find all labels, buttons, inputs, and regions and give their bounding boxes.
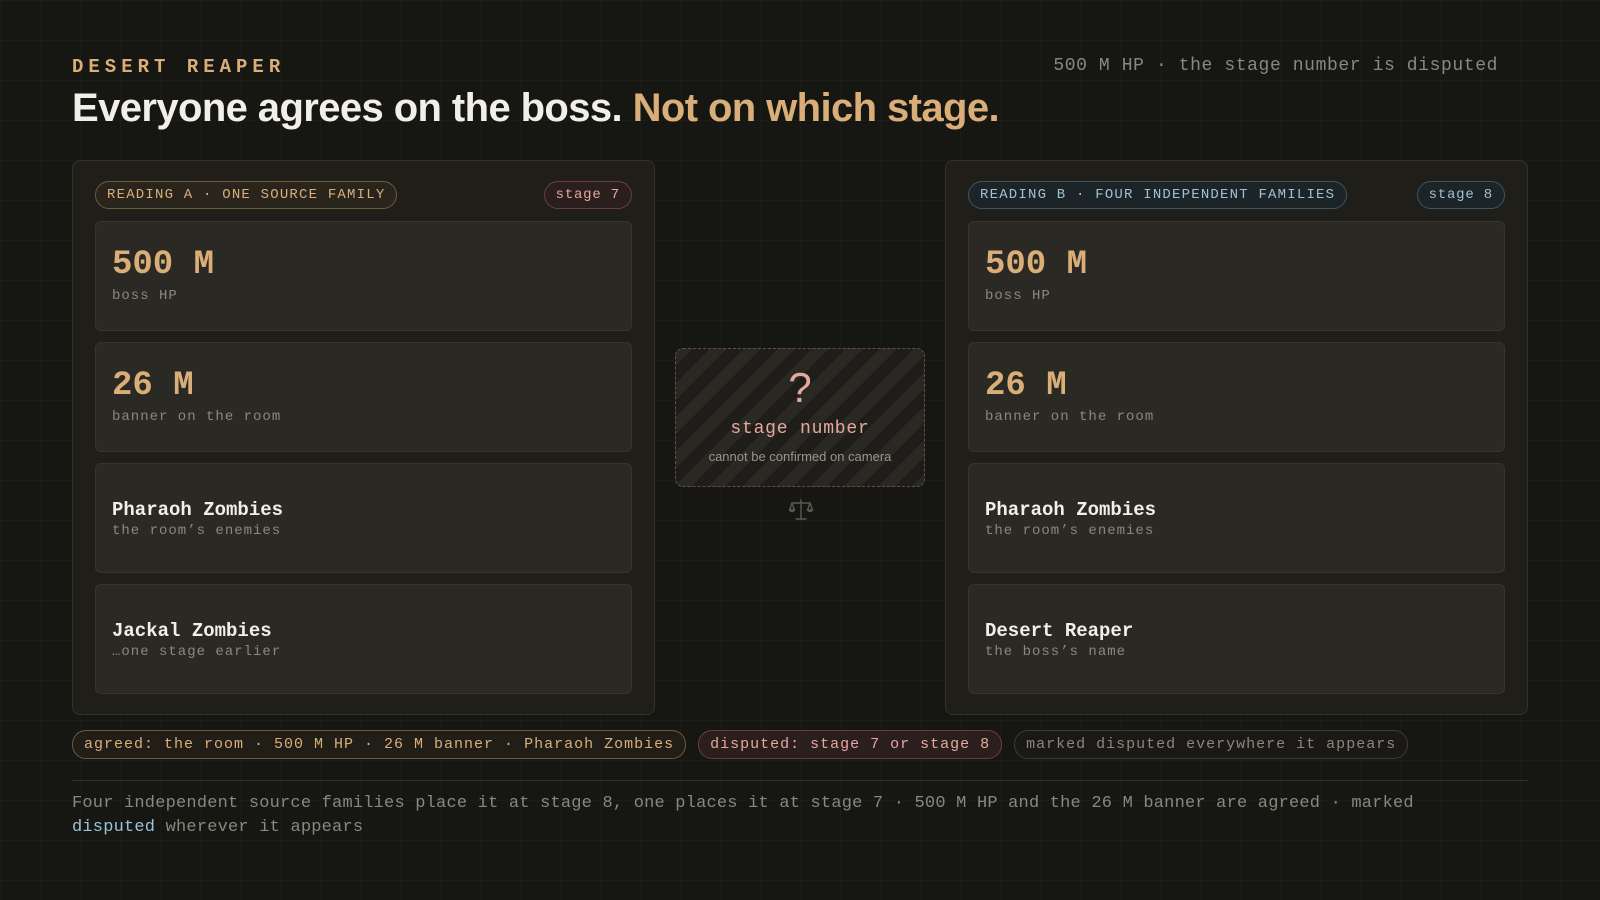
enemies-value: Pharaoh Zombies (985, 499, 1157, 521)
reading-a-stage-badge: stage 7 (543, 181, 632, 209)
reading-a-panel: READING A · ONE SOURCE FAMILY stage 7 50… (72, 160, 655, 715)
headline-main: Everyone agrees on the boss. (72, 86, 623, 130)
reading-b-banner-card: 26 M banner on the room (968, 342, 1505, 452)
summary-after: wherever it appears (155, 818, 364, 837)
disputed-pill: disputed: stage 7 or stage 8 (698, 730, 1003, 759)
earlier-enemies-caption: …one stage earlier (112, 644, 282, 660)
banner-value: 26 M (112, 367, 194, 405)
marked-pill: marked disputed everywhere it appears (1014, 730, 1409, 759)
boss-hp-caption: boss HP (112, 288, 178, 304)
page-title: Everyone agrees on the boss. Not on whic… (72, 86, 1000, 131)
banner-caption: banner on the room (985, 409, 1155, 425)
page-eyebrow: DESERT REAPER (72, 56, 286, 78)
reading-a-source-badge: READING A · ONE SOURCE FAMILY (95, 181, 398, 209)
reading-b-panel: READING B · FOUR INDEPENDENT FAMILIES st… (945, 160, 1528, 715)
enemies-caption: the room’s enemies (112, 523, 282, 539)
boss-hp-caption: boss HP (985, 288, 1051, 304)
reading-a-banner-card: 26 M banner on the room (95, 342, 632, 452)
reading-b-header: READING B · FOUR INDEPENDENT FAMILIES st… (968, 181, 1505, 209)
reading-a-earlier-card: Jackal Zombies …one stage earlier (95, 584, 632, 694)
enemies-caption: the room’s enemies (985, 523, 1155, 539)
page-meta: 500 M HP · the stage number is disputed (1053, 56, 1498, 76)
summary-highlight: disputed (72, 818, 156, 837)
boss-name-value: Desert Reaper (985, 620, 1134, 642)
reading-b-stage-badge: stage 8 (1416, 181, 1505, 209)
status-pills: agreed: the room · 500 M HP · 26 M banne… (72, 730, 1409, 759)
question-mark-icon: ? (788, 364, 812, 411)
stage-number-dispute-box: ? stage number cannot be confirmed on ca… (675, 348, 925, 487)
banner-value: 26 M (985, 367, 1067, 405)
reading-b-source-badge: READING B · FOUR INDEPENDENT FAMILIES (968, 181, 1348, 209)
reading-b-boss-name-card: Desert Reaper the boss’s name (968, 584, 1505, 694)
reading-b-boss-hp-card: 500 M boss HP (968, 221, 1505, 331)
boss-hp-value: 500 M (112, 246, 215, 284)
reading-a-header: READING A · ONE SOURCE FAMILY stage 7 (95, 181, 632, 209)
enemies-value: Pharaoh Zombies (112, 499, 284, 521)
stage-number-note: cannot be confirmed on camera (708, 449, 892, 464)
reading-b-enemies-card: Pharaoh Zombies the room’s enemies (968, 463, 1505, 573)
scale-icon (788, 499, 814, 520)
boss-name-caption: the boss’s name (985, 644, 1127, 660)
stage-number-label: stage number (730, 419, 870, 439)
summary-before: Four independent source families place i… (72, 794, 1414, 813)
banner-caption: banner on the room (112, 409, 282, 425)
headline-accent: Not on which stage. (632, 86, 1000, 130)
divider (72, 780, 1528, 781)
agreed-pill: agreed: the room · 500 M HP · 26 M banne… (72, 730, 687, 759)
boss-hp-value: 500 M (985, 246, 1088, 284)
reading-a-boss-hp-card: 500 M boss HP (95, 221, 632, 331)
earlier-enemies-value: Jackal Zombies (112, 620, 272, 642)
summary-text: Four independent source families place i… (72, 792, 1492, 840)
reading-a-enemies-card: Pharaoh Zombies the room’s enemies (95, 463, 632, 573)
